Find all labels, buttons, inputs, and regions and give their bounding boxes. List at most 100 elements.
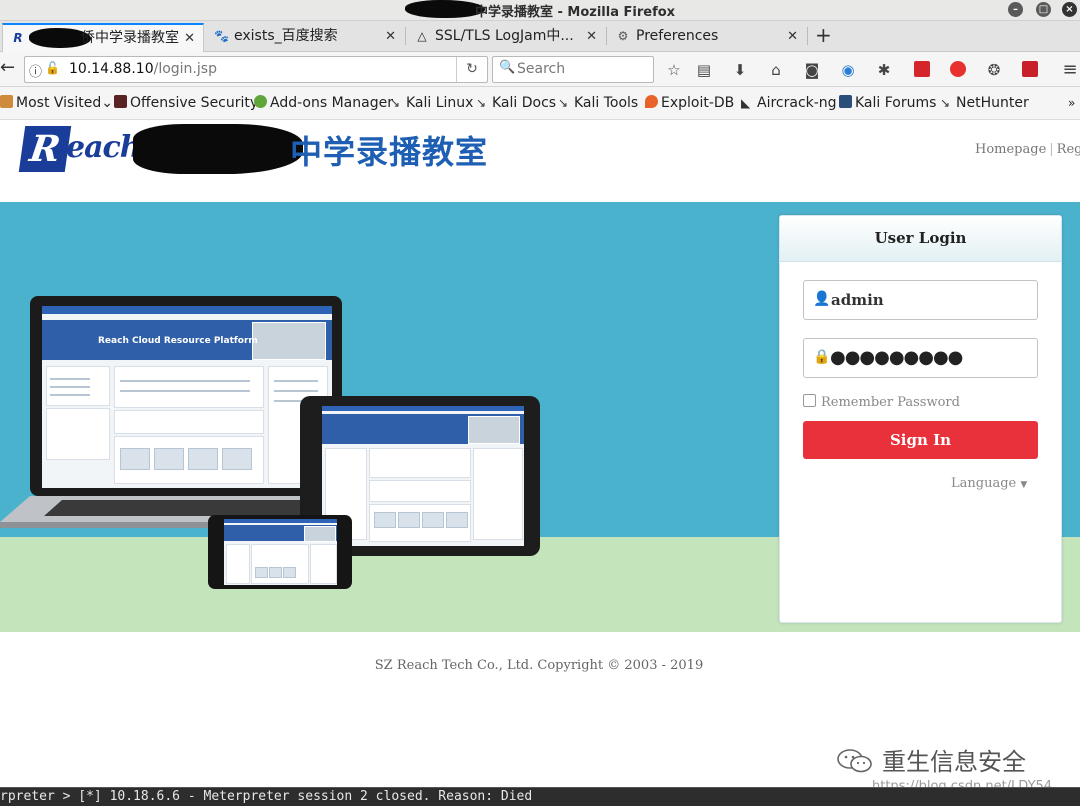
laptop-screen-content: Reach Cloud Resource Platform: [42, 306, 332, 488]
phone-screen-content: [224, 519, 337, 585]
username-value: admin: [831, 291, 884, 309]
tablet-screen-content: [322, 406, 524, 546]
exploitdb-icon: [645, 95, 658, 108]
window-titlebar: 中学录播教室 - Mozilla Firefox – □ ×: [0, 0, 1080, 21]
kali-dragon-icon: ↘: [940, 96, 951, 110]
reach-favicon-icon: R: [13, 31, 23, 45]
close-window-button[interactable]: ×: [1062, 2, 1077, 17]
search-placeholder: Search: [517, 61, 566, 77]
reading-list-icon[interactable]: ▤: [694, 60, 714, 80]
wechat-icon: [837, 749, 872, 773]
flash-extension-icon[interactable]: [914, 61, 930, 77]
gear-icon: ⚙: [617, 29, 629, 43]
remember-password-checkbox[interactable]: Remember Password: [803, 394, 960, 410]
pocket-icon[interactable]: ◙: [802, 60, 822, 80]
info-icon[interactable]: ⓘ: [29, 61, 42, 80]
url-bar[interactable]: ⓘ 🔓 10.14.88.10/login.jsp ↻: [24, 56, 488, 83]
close-tab-icon[interactable]: ✕: [385, 23, 396, 50]
bookmark-star-icon[interactable]: ☆: [664, 60, 684, 80]
footer: SZ Reach Tech Co., Ltd. Copyright © 2003…: [0, 658, 1080, 673]
tab-separator: [807, 27, 808, 45]
extension-icon[interactable]: ✱: [874, 60, 894, 80]
url-text[interactable]: 10.14.88.10/login.jsp: [69, 61, 217, 77]
navigation-toolbar: ← ⓘ 🔓 10.14.88.10/login.jsp ↻ 🔍 Search ☆…: [0, 52, 1080, 87]
tab-separator: [606, 27, 607, 45]
sign-in-button[interactable]: Sign In: [803, 421, 1038, 459]
checkbox-box[interactable]: [803, 394, 816, 407]
bookmark-kali-tools[interactable]: ↘ Kali Tools: [558, 95, 638, 111]
globe-extension-icon[interactable]: ◉: [838, 60, 858, 80]
search-bar[interactable]: 🔍 Search: [492, 56, 654, 83]
bookmark-most-visited[interactable]: Most Visited⌄: [0, 95, 113, 111]
login-title: User Login: [874, 229, 967, 247]
password-field[interactable]: 🔒 ●●●●●●●●●: [803, 338, 1038, 378]
baidu-paw-icon: 🐾: [214, 29, 229, 43]
bookmark-offensive-security[interactable]: Offensive Security: [114, 95, 258, 111]
downloads-icon[interactable]: ⬇: [730, 60, 750, 80]
tab-label: SSL/TLS LogJam中...: [435, 28, 574, 44]
register-link[interactable]: Regis: [1057, 142, 1080, 157]
redaction-mark: [133, 124, 303, 174]
extension-icon[interactable]: ❂: [984, 60, 1004, 80]
extension-icon[interactable]: [950, 61, 966, 77]
bookmark-kali-linux[interactable]: ↘ Kali Linux: [390, 95, 473, 111]
bookmarks-toolbar: Most Visited⌄ Offensive Security Add-ons…: [0, 87, 1080, 120]
new-tab-button[interactable]: +: [815, 22, 832, 48]
tab-logjam[interactable]: △ SSL/TLS LogJam中... ✕: [407, 23, 605, 50]
tab-strip: R 侨中学录播教室 ✕ 🐾 exists_百度搜索 ✕ △ SSL/TLS Lo…: [0, 21, 1080, 52]
lock-icon: 🔒: [813, 349, 831, 365]
terminal-strip: rpreter > [*] 10.18.6.6 - Meterpreter se…: [0, 787, 1080, 806]
insecure-lock-icon[interactable]: 🔓: [45, 61, 60, 75]
caret-down-icon: ▼: [1020, 480, 1028, 490]
bookmark-kali-forums[interactable]: Kali Forums: [839, 95, 936, 111]
tab-baidu-search[interactable]: 🐾 exists_百度搜索 ✕: [206, 23, 404, 50]
reach-logo-mark: R: [18, 126, 72, 172]
kali-dragon-icon: ↘: [390, 96, 401, 110]
terminal-output: rpreter > [*] 10.18.6.6 - Meterpreter se…: [0, 789, 533, 804]
close-tab-icon[interactable]: ✕: [586, 23, 597, 50]
chevron-down-icon: ⌄: [101, 95, 113, 111]
login-panel-header: User Login: [780, 216, 1061, 262]
bookmark-aircrack-ng[interactable]: ◣ Aircrack-ng: [741, 95, 837, 111]
kali-dragon-icon: ↘: [476, 96, 487, 110]
close-tab-icon[interactable]: ✕: [787, 23, 798, 50]
login-panel: User Login 👤 admin 🔒 ●●●●●●●●● Remember …: [779, 215, 1062, 623]
bookmark-nethunter[interactable]: ↘ NetHunter: [940, 95, 1029, 111]
close-tab-icon[interactable]: ✕: [184, 25, 195, 52]
nav-separator: |: [1049, 142, 1054, 157]
flash-extension-icon[interactable]: [1022, 61, 1038, 77]
tab-separator: [405, 27, 406, 45]
bookmarks-overflow-icon[interactable]: »: [1068, 95, 1075, 111]
tab-label: exists_百度搜索: [234, 28, 338, 44]
maximize-button[interactable]: □: [1036, 2, 1051, 17]
back-button[interactable]: ←: [0, 56, 22, 80]
kali-forums-icon: [839, 95, 852, 108]
offsec-icon: [114, 95, 127, 108]
aircrack-icon: ◣: [741, 96, 751, 110]
kali-dragon-icon: ↘: [558, 96, 569, 110]
watermark-text: 重生信息安全: [882, 748, 1026, 776]
reload-icon[interactable]: ↻: [456, 57, 487, 82]
username-field[interactable]: 👤 admin: [803, 280, 1038, 320]
home-icon[interactable]: ⌂: [766, 60, 786, 80]
top-nav: Homepage|Regis: [975, 142, 1080, 157]
tab-label: Preferences: [636, 28, 719, 44]
password-mask: ●●●●●●●●●: [830, 347, 963, 368]
tab-preferences[interactable]: ⚙ Preferences ✕: [608, 23, 806, 50]
reach-logo-text: each: [66, 130, 142, 165]
bookmark-kali-docs[interactable]: ↘ Kali Docs: [476, 95, 556, 111]
language-dropdown[interactable]: Language ▼: [951, 476, 1027, 491]
tab-reach-login[interactable]: R 侨中学录播教室 ✕: [2, 23, 204, 52]
bookmark-exploit-db[interactable]: Exploit-DB: [645, 95, 734, 111]
tab-label: 侨中学录播教室: [81, 30, 179, 46]
most-visited-icon: [0, 95, 13, 108]
puzzle-icon: [254, 95, 267, 108]
hamburger-menu-icon[interactable]: ≡: [1060, 60, 1080, 80]
bookmark-addons-manager[interactable]: Add-ons Manager: [254, 95, 393, 111]
homepage-link[interactable]: Homepage: [975, 142, 1046, 157]
linux-penguin-icon: △: [417, 29, 427, 43]
minimize-button[interactable]: –: [1008, 2, 1023, 17]
wechat-watermark: 重生信息安全: [836, 742, 1026, 777]
search-icon: 🔍: [499, 60, 516, 75]
page-title: 中学录播教室: [290, 133, 489, 171]
